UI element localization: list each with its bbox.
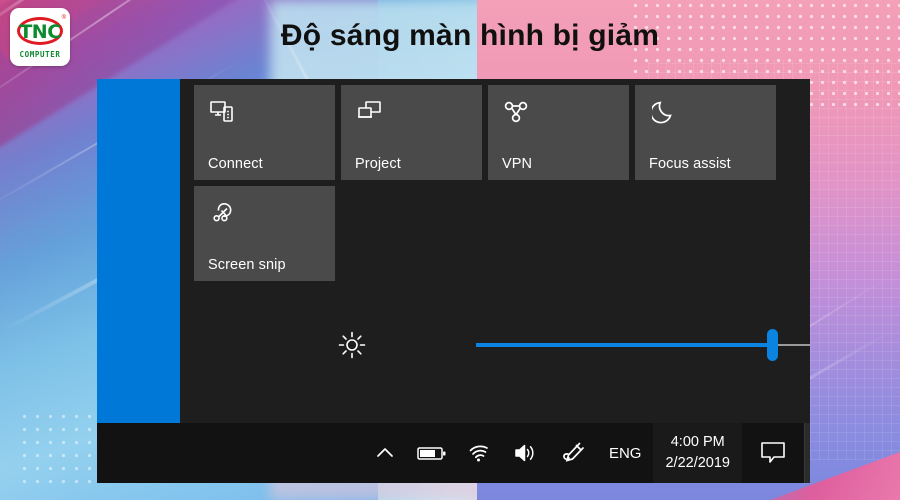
- pen-workspace-icon[interactable]: [550, 423, 597, 483]
- logo-mark: TNC ®: [13, 15, 67, 49]
- show-desktop-button[interactable]: [805, 423, 810, 483]
- quick-action-screen-snip[interactable]: Screen snip: [194, 186, 335, 281]
- brightness-control-row: [263, 315, 810, 375]
- registered-trademark-icon: ®: [61, 15, 66, 21]
- quick-action-tiles: Connect Project VPN Focus assist Screen …: [194, 85, 794, 281]
- brightness-icon: [336, 329, 368, 361]
- page-title: Độ sáng màn hình bị giảm: [280, 19, 660, 52]
- windows-screenshot: Connect Project VPN Focus assist Screen …: [97, 79, 810, 483]
- brightness-slider-fill: [476, 343, 772, 347]
- language-indicator[interactable]: ENG: [597, 423, 654, 483]
- screen-snip-icon: [208, 198, 238, 228]
- brightness-slider[interactable]: [476, 329, 810, 361]
- project-icon: [355, 97, 385, 127]
- quick-action-focus-assist[interactable]: Focus assist: [635, 85, 776, 180]
- quick-action-focus-assist-label: Focus assist: [649, 156, 731, 172]
- logo-brand-text: TNC: [19, 20, 61, 43]
- quick-action-vpn[interactable]: VPN: [488, 85, 629, 180]
- quick-action-project[interactable]: Project: [341, 85, 482, 180]
- system-tray: ENG 4:00 PM 2/22/2019: [362, 423, 810, 483]
- clock-time: 4:00 PM: [670, 433, 725, 450]
- taskbar: ENG 4:00 PM 2/22/2019: [97, 423, 810, 483]
- show-hidden-icons-chevron-icon[interactable]: [362, 423, 409, 483]
- connect-icon: [208, 97, 238, 127]
- quick-action-connect[interactable]: Connect: [194, 85, 335, 180]
- brightness-slider-thumb[interactable]: [767, 329, 778, 361]
- battery-icon[interactable]: [409, 423, 456, 483]
- vpn-icon: [502, 97, 532, 127]
- volume-icon[interactable]: [503, 423, 550, 483]
- quick-action-screen-snip-label: Screen snip: [208, 257, 286, 273]
- notification-bubble-icon[interactable]: [742, 423, 804, 483]
- tnc-computer-logo: TNC ® COMPUTER: [10, 8, 70, 66]
- clock-date: 2/22/2019: [665, 455, 730, 471]
- wifi-icon[interactable]: [456, 423, 503, 483]
- quick-action-project-label: Project: [355, 156, 401, 172]
- action-center-panel: Connect Project VPN Focus assist Screen …: [180, 79, 810, 423]
- logo-subtitle: COMPUTER: [19, 50, 61, 59]
- moon-icon: [649, 97, 679, 127]
- quick-action-vpn-label: VPN: [502, 156, 533, 172]
- quick-action-connect-label: Connect: [208, 156, 263, 172]
- clock[interactable]: 4:00 PM 2/22/2019: [653, 423, 742, 483]
- desktop-background: [97, 79, 180, 423]
